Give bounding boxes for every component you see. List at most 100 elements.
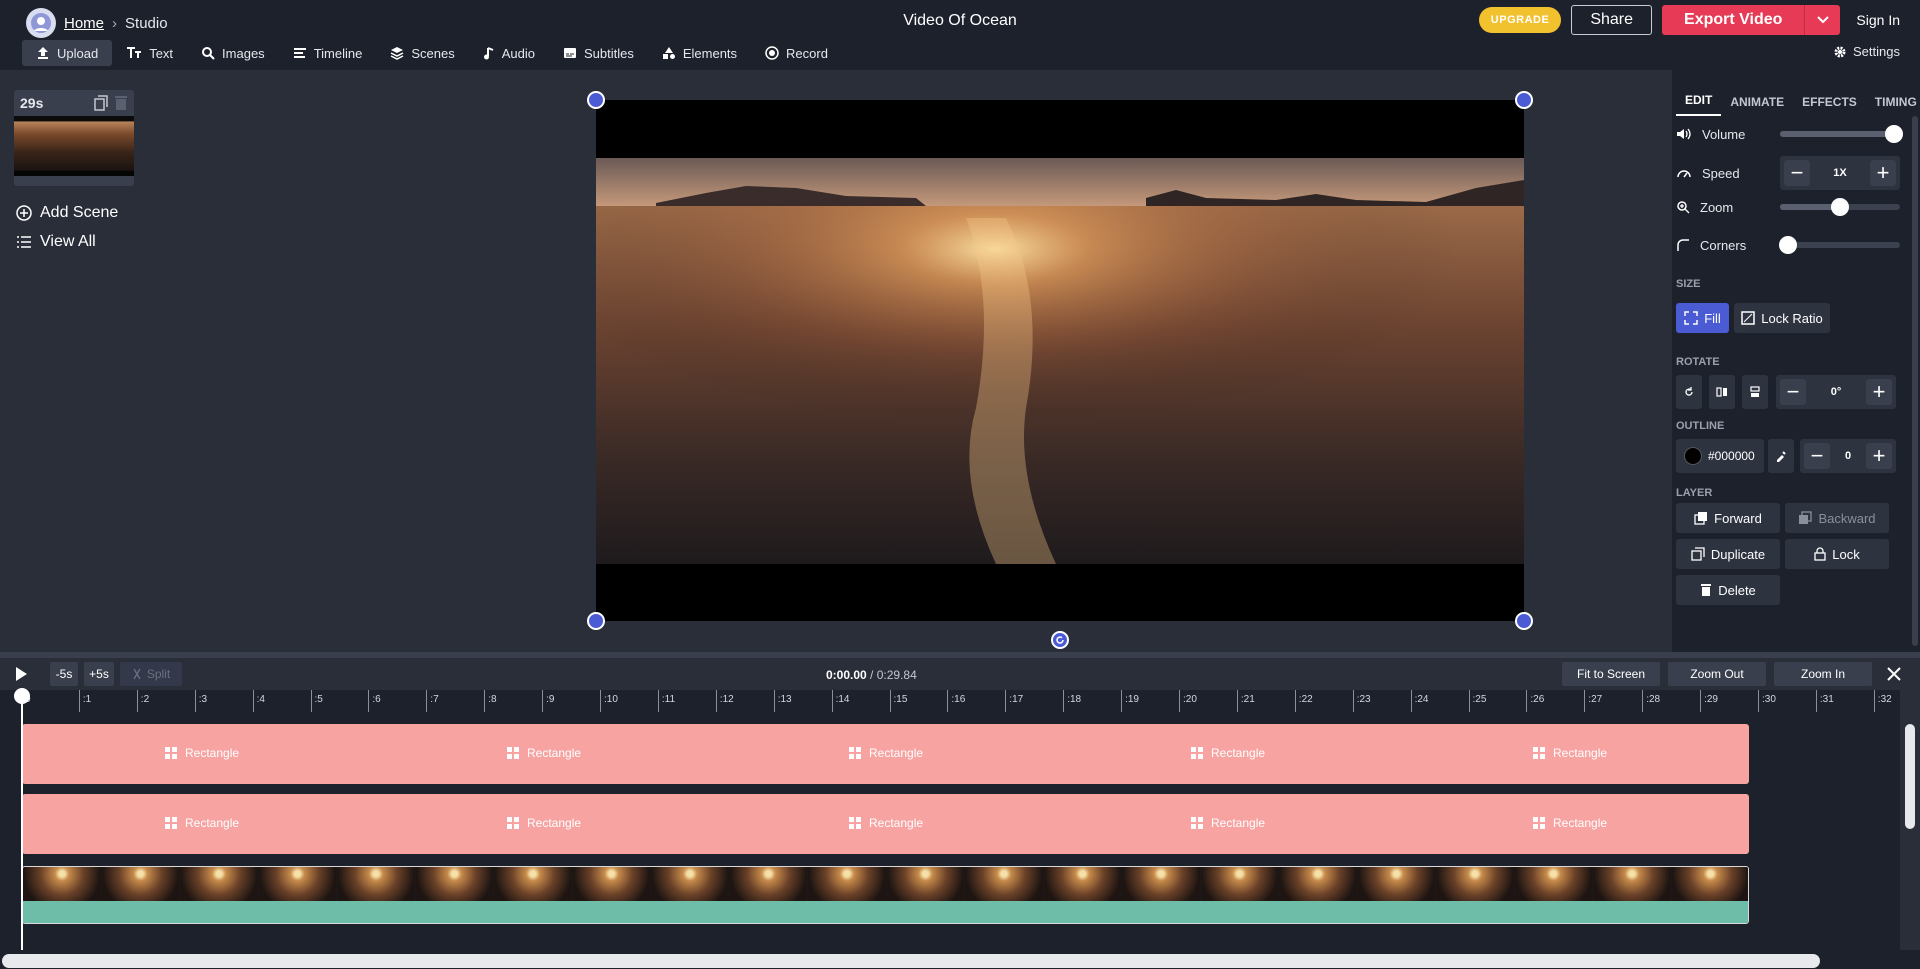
tool-audio-label: Audio <box>501 45 535 61</box>
eyedropper-button[interactable] <box>1768 439 1794 473</box>
gear-icon <box>1834 46 1846 57</box>
tool-upload[interactable]: Upload <box>22 40 113 66</box>
rectangle-track-1[interactable]: Rectangle Rectangle Rectangle Rectangle Rect… <box>22 724 1749 784</box>
delete-button[interactable]: Delete <box>1676 575 1780 605</box>
video-track[interactable] <box>22 866 1749 924</box>
share-button[interactable]: Share <box>1571 5 1653 35</box>
tab-timing[interactable]: TIMING <box>1866 95 1920 116</box>
playhead-handle[interactable] <box>14 688 30 704</box>
rectangle-label-text: Rectangle <box>1211 746 1266 760</box>
timeline-horizontal-scrollbar[interactable] <box>0 950 1920 969</box>
scene-card[interactable]: 29s <box>14 90 134 186</box>
grid-icon <box>507 817 519 829</box>
outline-decrease-button[interactable]: − <box>1804 443 1830 469</box>
playhead-line[interactable] <box>21 692 23 950</box>
ruler-tick-label: :24 <box>1414 694 1429 705</box>
tool-audio[interactable]: Audio <box>469 40 549 66</box>
tab-edit[interactable]: EDIT <box>1676 93 1722 116</box>
tool-scenes-label: Scenes <box>411 45 455 61</box>
close-timeline-button[interactable] <box>1886 666 1902 682</box>
rectangle-track-2[interactable]: Rectangle Rectangle Rectangle Rectangle Rect… <box>22 794 1749 854</box>
scene-thumbnail[interactable] <box>14 116 134 176</box>
backward-label: Backward <box>1818 510 1876 526</box>
rectangle-label-text: Rectangle <box>1211 816 1266 830</box>
lock-button[interactable]: Lock <box>1785 539 1889 569</box>
rotate-handle[interactable] <box>1051 631 1069 649</box>
corners-slider[interactable] <box>1779 236 1900 254</box>
timeline-ruler[interactable]: 0:1:2:3:4:5:6:7:8:9:10:11:12:13:14:15:16… <box>0 690 1900 712</box>
fit-to-screen-button[interactable]: Fit to Screen <box>1562 662 1660 686</box>
breadcrumb-home[interactable]: Home <box>64 15 104 32</box>
zoom-slider[interactable] <box>1780 198 1900 216</box>
outline-increase-button[interactable]: + <box>1866 443 1892 469</box>
tab-effects[interactable]: EFFECTS <box>1793 95 1866 116</box>
upgrade-button[interactable]: UPGRADE <box>1478 7 1562 33</box>
rectangle-label-text: Rectangle <box>527 816 582 830</box>
tab-animate[interactable]: ANIMATE <box>1721 95 1793 116</box>
tool-text[interactable]: Text <box>112 40 187 66</box>
resize-handle-bottom-right[interactable] <box>1515 612 1533 630</box>
volume-slider[interactable] <box>1780 125 1903 143</box>
tool-elements[interactable]: Elements <box>648 40 751 66</box>
vertical-scroll-thumb[interactable] <box>1905 724 1915 829</box>
backward-button[interactable]: Backward <box>1785 503 1889 533</box>
properties-scrollbar[interactable] <box>1912 116 1918 646</box>
horizontal-scroll-thumb[interactable] <box>2 954 1820 968</box>
ruler-tick-label: :4 <box>256 694 265 705</box>
skip-forward-button[interactable]: +5s <box>84 662 114 686</box>
speed-decrease-button[interactable]: − <box>1784 160 1810 186</box>
rotation-increase-button[interactable]: + <box>1866 379 1892 405</box>
play-button[interactable] <box>14 666 28 682</box>
settings-button[interactable]: Settings <box>1833 44 1900 59</box>
lock-ratio-button[interactable]: Lock Ratio <box>1734 303 1830 333</box>
ruler-tick: :22 <box>1294 690 1313 712</box>
resize-handle-top-right[interactable] <box>1515 91 1533 109</box>
resize-handle-bottom-left[interactable] <box>587 612 605 630</box>
tool-record[interactable]: Record <box>751 40 842 66</box>
zoom-out-button[interactable]: Zoom Out <box>1668 662 1766 686</box>
video-element[interactable] <box>596 100 1524 621</box>
zoom-in-button[interactable]: Zoom In <box>1774 662 1872 686</box>
timeline-vertical-scrollbar[interactable] <box>1903 712 1917 952</box>
export-video-button[interactable]: Export Video <box>1662 5 1805 35</box>
rotate-90-button[interactable] <box>1676 375 1702 409</box>
outline-color-button[interactable]: #000000 <box>1676 439 1764 473</box>
tool-images[interactable]: Images <box>187 40 279 66</box>
zoom-thumb[interactable] <box>1831 198 1849 216</box>
canvas-area <box>150 70 1670 652</box>
close-icon <box>1887 667 1901 681</box>
volume-text: Volume <box>1702 126 1746 142</box>
flip-horizontal-button[interactable] <box>1709 375 1735 409</box>
forward-button[interactable]: Forward <box>1676 503 1780 533</box>
volume-thumb[interactable] <box>1885 125 1903 143</box>
corners-thumb[interactable] <box>1779 236 1798 254</box>
ruler-tick: :19 <box>1121 690 1139 712</box>
ruler-tick-label: :32 <box>1877 694 1892 705</box>
speed-increase-button[interactable]: + <box>1870 160 1896 186</box>
tool-scenes[interactable]: Scenes <box>376 40 468 66</box>
header-actions: UPGRADE Share Export Video Sign In <box>1478 5 1920 35</box>
grid-icon <box>1191 747 1203 759</box>
skip-back-button[interactable]: -5s <box>50 662 78 686</box>
user-avatar[interactable] <box>26 8 56 38</box>
split-button[interactable]: Split <box>120 662 182 686</box>
tool-subtitles[interactable]: Subtitles <box>549 40 648 66</box>
resize-handle-top-left[interactable] <box>587 91 605 109</box>
ruler-tick: :26 <box>1526 690 1544 712</box>
add-scene-button[interactable]: Add Scene <box>16 204 118 222</box>
trash-icon[interactable] <box>114 95 128 111</box>
tool-timeline[interactable]: Timeline <box>279 40 377 66</box>
rotation-decrease-button[interactable]: − <box>1780 379 1806 405</box>
flip-vertical-button[interactable] <box>1742 375 1768 409</box>
settings-label: Settings <box>1853 44 1900 59</box>
current-time: 0:00.00 <box>826 668 867 682</box>
duplicate-button[interactable]: Duplicate <box>1676 539 1780 569</box>
main-toolbar: Upload Text Images Timeline Scenes Audio… <box>22 40 842 66</box>
bring-forward-icon <box>1694 512 1708 525</box>
view-all-button[interactable]: View All <box>16 233 96 251</box>
copy-icon[interactable] <box>94 95 108 111</box>
sign-in-link[interactable]: Sign In <box>1856 12 1900 28</box>
export-options-button[interactable] <box>1804 5 1841 35</box>
fill-button[interactable]: Fill <box>1676 303 1729 333</box>
ocean-sunset-image <box>596 158 1524 564</box>
